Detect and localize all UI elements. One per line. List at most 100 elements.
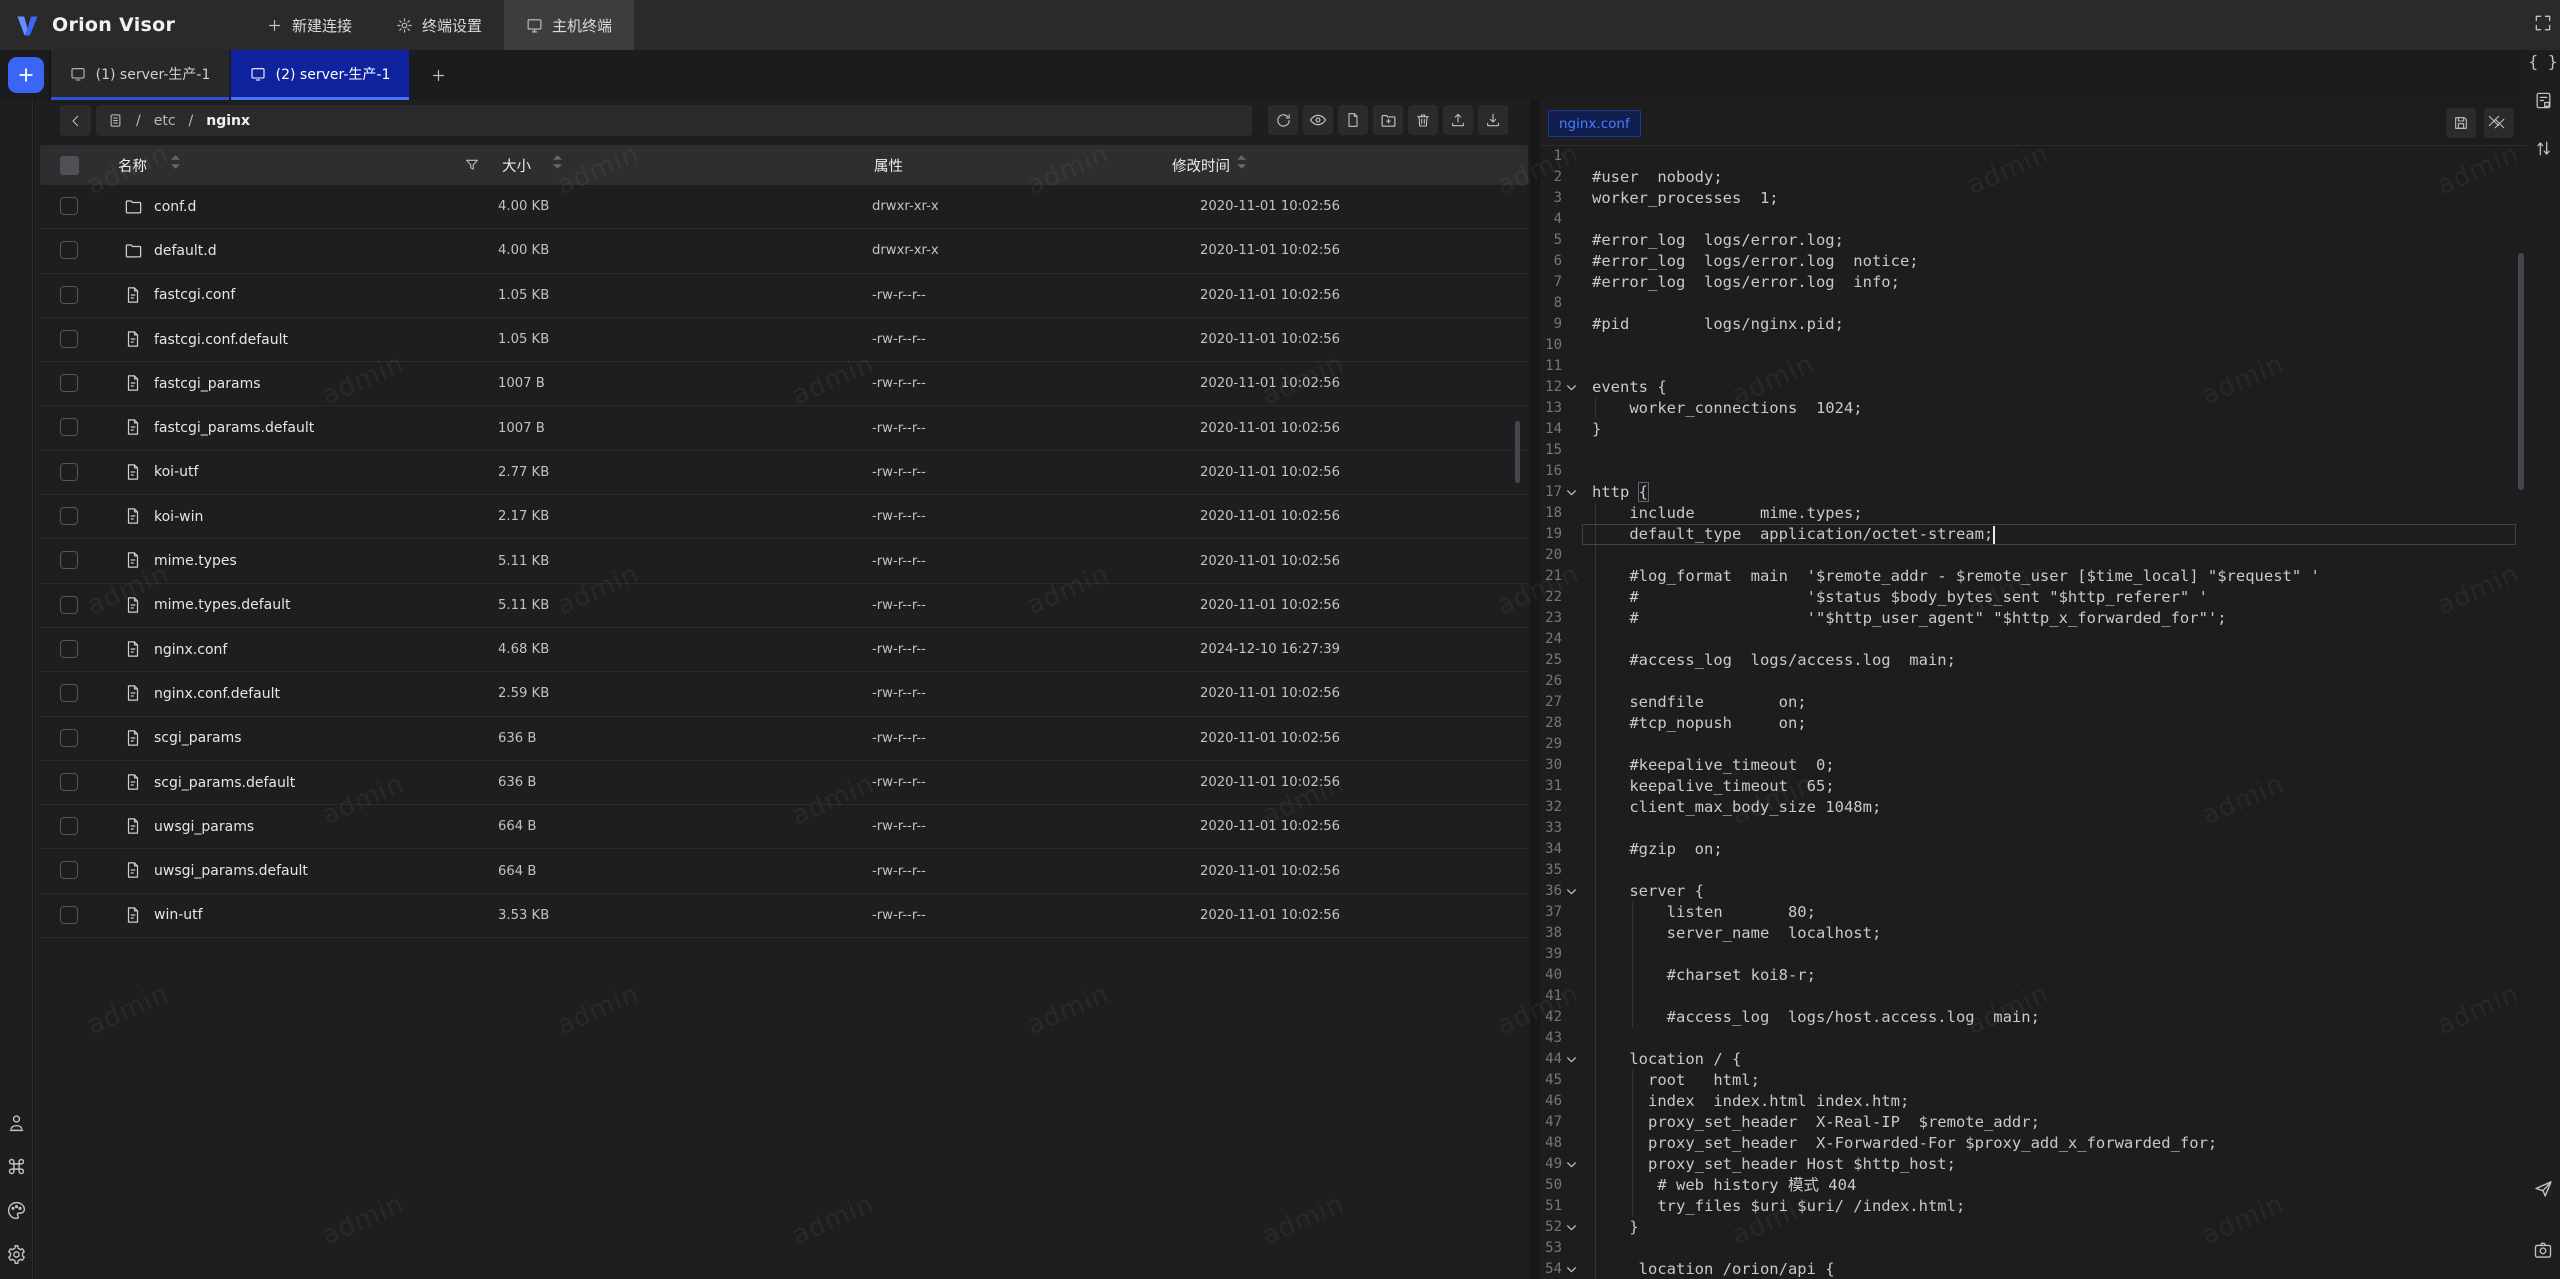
file-name[interactable]: fastcgi_params bbox=[154, 362, 261, 405]
new-tab-button[interactable] bbox=[411, 50, 465, 100]
user-icon[interactable] bbox=[5, 1111, 27, 1133]
table-row[interactable]: fastcgi_params.default 1007 B -rw-r--r--… bbox=[40, 406, 1528, 450]
code-line[interactable]: 49 proxy_set_header Host $http_host; bbox=[1540, 1154, 2526, 1175]
code-line[interactable]: 46 index index.html index.htm; bbox=[1540, 1091, 2526, 1112]
new-folder-button[interactable] bbox=[1373, 105, 1403, 135]
refresh-button[interactable] bbox=[1268, 105, 1298, 135]
row-checkbox[interactable] bbox=[60, 286, 78, 304]
file-name[interactable]: fastcgi.conf.default bbox=[154, 318, 288, 361]
row-checkbox[interactable] bbox=[60, 418, 78, 436]
row-checkbox[interactable] bbox=[60, 906, 78, 924]
back-button[interactable] bbox=[60, 105, 91, 136]
code-line[interactable]: 3 worker_processes 1; bbox=[1540, 188, 2526, 209]
code-line[interactable]: 19 default_type application/octet-stream… bbox=[1540, 524, 2526, 545]
code-line[interactable]: 54 location /orion/api { bbox=[1540, 1259, 2526, 1279]
table-row[interactable]: uwsgi_params.default 664 B -rw-r--r-- 20… bbox=[40, 849, 1528, 893]
code-line[interactable]: 16 bbox=[1540, 461, 2526, 482]
file-name[interactable]: win-utf bbox=[154, 894, 203, 937]
code-line[interactable]: 21 #log_format main '$remote_addr - $rem… bbox=[1540, 566, 2526, 587]
table-row[interactable]: uwsgi_params 664 B -rw-r--r-- 2020-11-01… bbox=[40, 805, 1528, 849]
table-row[interactable]: fastcgi_params 1007 B -rw-r--r-- 2020-11… bbox=[40, 362, 1528, 406]
code-line[interactable]: 10 bbox=[1540, 335, 2526, 356]
code-line[interactable]: 51 try_files $uri $uri/ /index.html; bbox=[1540, 1196, 2526, 1217]
sort-transfer-icon[interactable] bbox=[2526, 139, 2560, 158]
send-command-icon[interactable] bbox=[2526, 1178, 2560, 1199]
row-checkbox[interactable] bbox=[60, 241, 78, 259]
code-line[interactable]: 48 proxy_set_header X-Forwarded-For $pro… bbox=[1540, 1133, 2526, 1154]
code-line[interactable]: 22 # '$status $body_bytes_sent "$http_re… bbox=[1540, 587, 2526, 608]
row-checkbox[interactable] bbox=[60, 773, 78, 791]
fullscreen-icon[interactable] bbox=[2526, 13, 2560, 33]
column-header-size[interactable]: 大小 bbox=[502, 145, 531, 185]
theme-palette-icon[interactable] bbox=[5, 1199, 27, 1221]
code-line[interactable]: 45 root html; bbox=[1540, 1070, 2526, 1091]
code-line[interactable]: 11 bbox=[1540, 356, 2526, 377]
table-row[interactable]: nginx.conf.default 2.59 KB -rw-r--r-- 20… bbox=[40, 672, 1528, 716]
row-checkbox[interactable] bbox=[60, 684, 78, 702]
file-name[interactable]: koi-utf bbox=[154, 451, 198, 494]
code-line[interactable]: 24 bbox=[1540, 629, 2526, 650]
select-all-checkbox[interactable] bbox=[60, 145, 79, 185]
fold-chevron-icon[interactable] bbox=[1565, 1221, 1578, 1234]
code-line[interactable]: 2 #user nobody; bbox=[1540, 167, 2526, 188]
table-row[interactable]: default.d 4.00 KB drwxr-xr-x 2020-11-01 … bbox=[40, 229, 1528, 273]
code-line[interactable]: 27 sendfile on; bbox=[1540, 692, 2526, 713]
menu-new-connection[interactable]: 新建连接 bbox=[244, 0, 374, 50]
file-name[interactable]: default.d bbox=[154, 229, 217, 272]
tab-server-2[interactable]: (2) server-生产-1 bbox=[231, 50, 409, 100]
table-row[interactable]: scgi_params 636 B -rw-r--r-- 2020-11-01 … bbox=[40, 717, 1528, 761]
column-header-mtime[interactable]: 修改时间 bbox=[1172, 145, 1230, 185]
tab-server-1[interactable]: (1) server-生产-1 bbox=[51, 50, 229, 100]
code-line[interactable]: 31 keepalive_timeout 65; bbox=[1540, 776, 2526, 797]
open-file-tag[interactable]: nginx.conf bbox=[1548, 110, 1641, 137]
code-line[interactable]: 43 bbox=[1540, 1028, 2526, 1049]
code-line[interactable]: 13 worker_connections 1024; bbox=[1540, 398, 2526, 419]
filter-icon[interactable] bbox=[464, 145, 480, 185]
code-line[interactable]: 47 proxy_set_header X-Real-IP $remote_ad… bbox=[1540, 1112, 2526, 1133]
code-line[interactable]: 44 location / { bbox=[1540, 1049, 2526, 1070]
code-line[interactable]: 32 client_max_body_size 1048m; bbox=[1540, 797, 2526, 818]
file-name[interactable]: scgi_params bbox=[154, 717, 242, 760]
file-name[interactable]: uwsgi_params.default bbox=[154, 849, 308, 892]
code-line[interactable]: 53 bbox=[1540, 1238, 2526, 1259]
row-checkbox[interactable] bbox=[60, 596, 78, 614]
file-name[interactable]: nginx.conf bbox=[154, 628, 227, 671]
code-line[interactable]: 29 bbox=[1540, 734, 2526, 755]
code-line[interactable]: 4 bbox=[1540, 209, 2526, 230]
table-row[interactable]: conf.d 4.00 KB drwxr-xr-x 2020-11-01 10:… bbox=[40, 185, 1528, 229]
row-checkbox[interactable] bbox=[60, 861, 78, 879]
code-line[interactable]: 14 } bbox=[1540, 419, 2526, 440]
code-line[interactable]: 26 bbox=[1540, 671, 2526, 692]
file-name[interactable]: fastcgi.conf bbox=[154, 274, 235, 317]
code-line[interactable]: 20 bbox=[1540, 545, 2526, 566]
file-name[interactable]: uwsgi_params bbox=[154, 805, 254, 848]
row-checkbox[interactable] bbox=[60, 729, 78, 747]
table-row[interactable]: koi-utf 2.77 KB -rw-r--r-- 2020-11-01 10… bbox=[40, 451, 1528, 495]
file-name[interactable]: mime.types bbox=[154, 539, 237, 582]
new-file-button[interactable] bbox=[1338, 105, 1368, 135]
row-checkbox[interactable] bbox=[60, 507, 78, 525]
code-line[interactable]: 36 server { bbox=[1540, 881, 2526, 902]
code-line[interactable]: 1 bbox=[1540, 146, 2526, 167]
file-name[interactable]: mime.types.default bbox=[154, 584, 291, 627]
code-line[interactable]: 38 server_name localhost; bbox=[1540, 923, 2526, 944]
menu-host-terminal[interactable]: 主机终端 bbox=[504, 0, 634, 50]
row-checkbox[interactable] bbox=[60, 197, 78, 215]
file-name[interactable]: conf.d bbox=[154, 185, 196, 228]
table-row[interactable]: mime.types 5.11 KB -rw-r--r-- 2020-11-01… bbox=[40, 539, 1528, 583]
file-name[interactable]: koi-win bbox=[154, 495, 203, 538]
editor-scrollbar[interactable] bbox=[2518, 253, 2524, 490]
panel-splitter[interactable] bbox=[1530, 100, 1540, 1279]
code-line[interactable]: 8 bbox=[1540, 293, 2526, 314]
row-checkbox[interactable] bbox=[60, 463, 78, 481]
preview-eye-button[interactable] bbox=[1303, 105, 1333, 135]
table-row[interactable]: nginx.conf 4.68 KB -rw-r--r-- 2024-12-10… bbox=[40, 628, 1528, 672]
code-line[interactable]: 12 events { bbox=[1540, 377, 2526, 398]
code-line[interactable]: 30 #keepalive_timeout 0; bbox=[1540, 755, 2526, 776]
fold-chevron-icon[interactable] bbox=[1565, 1158, 1578, 1171]
command-icon[interactable] bbox=[5, 1155, 27, 1177]
row-checkbox[interactable] bbox=[60, 817, 78, 835]
code-line[interactable]: 5 #error_log logs/error.log; bbox=[1540, 230, 2526, 251]
code-line[interactable]: 35 bbox=[1540, 860, 2526, 881]
screenshot-camera-icon[interactable] bbox=[2526, 1240, 2560, 1260]
